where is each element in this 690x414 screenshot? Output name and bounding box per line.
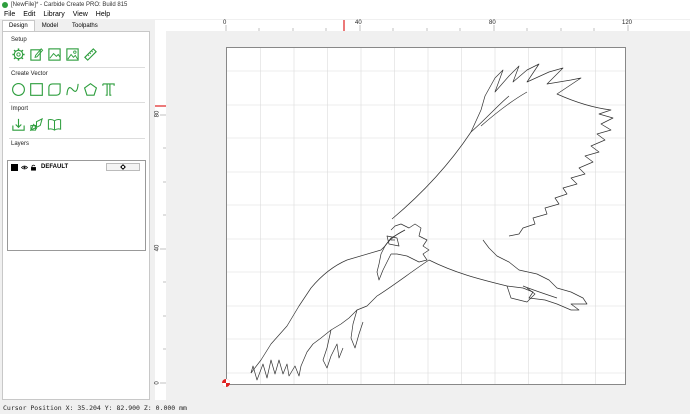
section-setup-label: Setup [11,37,27,43]
title-bar: [NewFile]* - Carbide Create PRO: Build 8… [0,0,690,9]
layer-settings-button[interactable] [106,163,140,171]
ruler-label: 40 [154,244,161,252]
curve-icon[interactable] [65,82,80,97]
picture-icon[interactable] [65,47,80,62]
ruler-label: 80 [489,20,496,26]
lock-icon[interactable] [30,164,37,171]
section-create-vector-label: Create Vector [11,71,48,77]
design-panel: Setup Create Vector Import Layers DEFAUL… [2,31,150,400]
import-icon[interactable] [11,117,26,132]
menu-view[interactable]: View [73,11,88,18]
eagle-vector [250,63,614,381]
tab-toolpaths[interactable]: Toolpaths [65,20,105,31]
tab-model[interactable]: Model [35,20,65,31]
divider [9,102,145,103]
ruler-label: 0 [223,20,227,26]
ruler-label: 0 [154,381,161,385]
layer-row[interactable]: DEFAULT [11,163,143,171]
ellipse-icon[interactable] [47,82,62,97]
section-layers-label: Layers [11,141,30,147]
origin-marker-icon [222,379,230,387]
menu-file[interactable]: File [4,11,15,18]
section-import-label: Import [11,106,29,112]
ruler-label: 120 [622,20,633,26]
menu-help[interactable]: Help [96,11,110,18]
grid-lines [227,48,625,384]
divider [9,67,145,68]
app-logo-icon [2,1,8,8]
edit-document-icon[interactable] [29,47,44,62]
ruler-ticks [225,20,629,31]
stock-workspace[interactable] [226,47,626,385]
window-title: [NewFile]* - Carbide Create PRO: Build 8… [11,1,128,8]
menu-library[interactable]: Library [43,11,64,18]
eye-icon[interactable] [21,164,28,171]
import-tools [11,117,62,132]
gear-icon [120,164,126,170]
image-icon[interactable] [47,47,62,62]
vertical-ruler: 80 40 0 [154,31,166,400]
layer-color-swatch[interactable] [11,163,18,171]
menu-edit[interactable]: Edit [23,11,35,18]
sidebar: Design Model Toolpaths Setup Create Vect… [2,20,150,400]
ruler-label: 40 [355,20,362,26]
horizontal-ruler: 0 40 80 120 [155,20,690,31]
tab-design[interactable]: Design [2,20,35,31]
cursor-position-readout: Cursor Position X: 35.204 Y: 82.900 Z: 0… [3,404,187,412]
tracing-icon[interactable] [29,117,44,132]
workspace-drawing [227,48,625,384]
rectangle-icon[interactable] [29,82,44,97]
text-icon[interactable] [101,82,116,97]
status-bar: Cursor Position X: 35.204 Y: 82.900 Z: 0… [0,402,690,414]
design-canvas[interactable]: 0 40 80 120 80 40 0 [154,20,690,400]
layers-list: DEFAULT [7,160,146,251]
gear-icon[interactable] [11,47,26,62]
polygon-icon[interactable] [83,82,98,97]
ruler-label: 80 [154,110,161,118]
tab-bar: Design Model Toolpaths [2,20,150,31]
ruler-icon[interactable] [83,47,98,62]
divider [9,138,145,139]
layer-name: DEFAULT [41,164,69,170]
library-icon[interactable] [47,117,62,132]
menu-bar: File Edit Library View Help [0,9,690,19]
ruler-ticks [155,105,166,384]
setup-tools [11,47,98,62]
circle-icon[interactable] [11,82,26,97]
create-vector-tools [11,82,116,97]
